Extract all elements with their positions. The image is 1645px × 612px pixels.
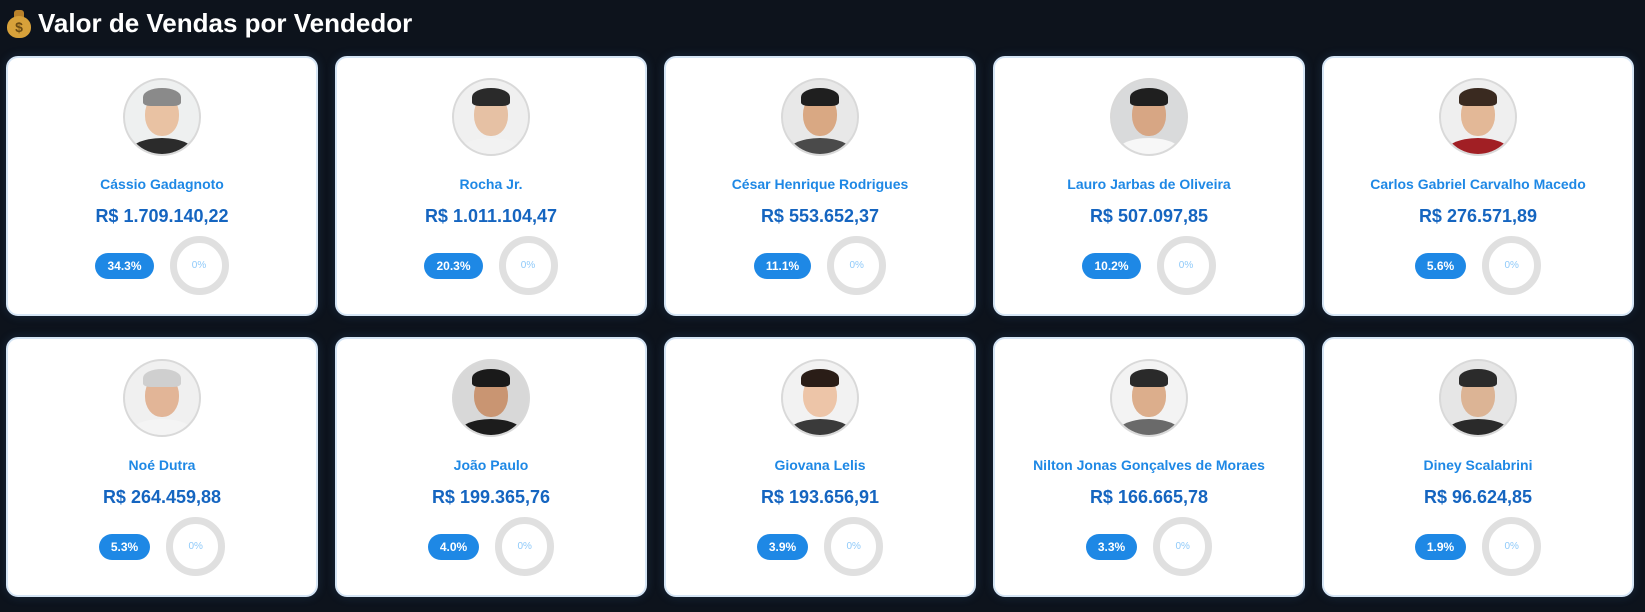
- avatar: [123, 78, 201, 156]
- sales-value: R$ 199.365,76: [431, 487, 551, 507]
- seller-card[interactable]: João Paulo R$ 199.365,76 4.0% 0%: [335, 337, 647, 597]
- sales-value: R$ 1.709.140,22: [95, 206, 229, 226]
- share-badge: 3.9%: [756, 533, 809, 560]
- sales-value: R$ 166.665,78: [1089, 487, 1209, 507]
- seller-card[interactable]: Carlos Gabriel Carvalho Macedo R$ 276.57…: [1322, 56, 1634, 316]
- sales-value: R$ 264.459,88: [102, 487, 222, 507]
- page-header: $ Valor de Vendas por Vendedor: [6, 4, 412, 42]
- goal-percent: 0%: [188, 541, 203, 552]
- seller-card[interactable]: César Henrique Rodrigues R$ 553.652,37 1…: [664, 56, 976, 316]
- avatar: [781, 359, 859, 437]
- goal-percent: 0%: [517, 541, 532, 552]
- goal-donut: 0%: [827, 236, 887, 295]
- goal-donut: 0%: [1153, 517, 1213, 576]
- page-title: Valor de Vendas por Vendedor: [38, 7, 413, 38]
- sales-value: R$ 1.011.104,47: [424, 206, 558, 226]
- seller-name: César Henrique Rodrigues: [731, 176, 909, 192]
- goal-donut: 0%: [169, 236, 229, 295]
- sales-value: R$ 507.097,85: [1089, 206, 1209, 226]
- goal-percent: 0%: [1175, 541, 1190, 552]
- seller-card[interactable]: Lauro Jarbas de Oliveira R$ 507.097,85 1…: [993, 56, 1305, 316]
- seller-name: Noé Dutra: [128, 457, 196, 473]
- sales-value: R$ 553.652,37: [760, 206, 880, 226]
- avatar: [781, 78, 859, 156]
- share-badge: 20.3%: [424, 252, 483, 279]
- seller-card[interactable]: Diney Scalabrini R$ 96.624,85 1.9% 0%: [1322, 337, 1634, 597]
- avatar: [1110, 78, 1188, 156]
- share-badge: 11.1%: [753, 252, 812, 279]
- seller-name: Giovana Lelis: [774, 457, 866, 473]
- goal-donut: 0%: [1482, 236, 1542, 295]
- avatar: [1439, 78, 1517, 156]
- share-badge: 34.3%: [95, 252, 154, 279]
- avatar: [452, 78, 530, 156]
- goal-percent: 0%: [1504, 260, 1519, 271]
- goal-percent: 0%: [191, 260, 207, 271]
- seller-name: Rocha Jr.: [459, 176, 523, 192]
- goal-percent: 0%: [1504, 541, 1519, 552]
- share-badge: 5.6%: [1414, 252, 1467, 279]
- sales-value: R$ 96.624,85: [1423, 487, 1533, 507]
- seller-name: Nilton Jonas Gonçalves de Moraes: [1033, 457, 1265, 473]
- avatar: [123, 359, 201, 437]
- avatar: [452, 359, 530, 437]
- seller-card[interactable]: Noé Dutra R$ 264.459,88 5.3% 0%: [6, 337, 318, 597]
- share-badge: 5.3%: [98, 533, 151, 560]
- goal-percent: 0%: [520, 260, 536, 271]
- avatar: [1439, 359, 1517, 437]
- avatar: [1110, 359, 1188, 437]
- seller-card[interactable]: Giovana Lelis R$ 193.656,91 3.9% 0%: [664, 337, 976, 597]
- sellers-grid: Cássio Gadagnoto R$ 1.709.140,22 34.3% 0%…: [6, 56, 1634, 597]
- goal-donut: 0%: [824, 517, 884, 576]
- goal-donut: 0%: [498, 236, 558, 295]
- money-bag-icon: $: [6, 8, 32, 38]
- seller-name: Cássio Gadagnoto: [100, 176, 224, 192]
- sales-value: R$ 276.571,89: [1418, 206, 1538, 226]
- goal-donut: 0%: [495, 517, 555, 576]
- goal-percent: 0%: [1178, 260, 1194, 271]
- seller-name: Lauro Jarbas de Oliveira: [1067, 176, 1231, 192]
- seller-card[interactable]: Rocha Jr. R$ 1.011.104,47 20.3% 0%: [335, 56, 647, 316]
- share-badge: 4.0%: [427, 533, 480, 560]
- seller-name: João Paulo: [453, 457, 529, 473]
- seller-card[interactable]: Nilton Jonas Gonçalves de Moraes R$ 166.…: [993, 337, 1305, 597]
- share-badge: 1.9%: [1414, 533, 1467, 560]
- goal-donut: 0%: [166, 517, 226, 576]
- goal-donut: 0%: [1482, 517, 1542, 576]
- share-badge: 3.3%: [1085, 533, 1138, 560]
- seller-name: Carlos Gabriel Carvalho Macedo: [1370, 176, 1586, 192]
- seller-card[interactable]: Cássio Gadagnoto R$ 1.709.140,22 34.3% 0%: [6, 56, 318, 316]
- sales-value: R$ 193.656,91: [760, 487, 880, 507]
- seller-name: Diney Scalabrini: [1423, 457, 1533, 473]
- goal-percent: 0%: [849, 260, 864, 271]
- goal-percent: 0%: [846, 541, 861, 552]
- goal-donut: 0%: [1156, 236, 1216, 295]
- share-badge: 10.2%: [1082, 252, 1141, 279]
